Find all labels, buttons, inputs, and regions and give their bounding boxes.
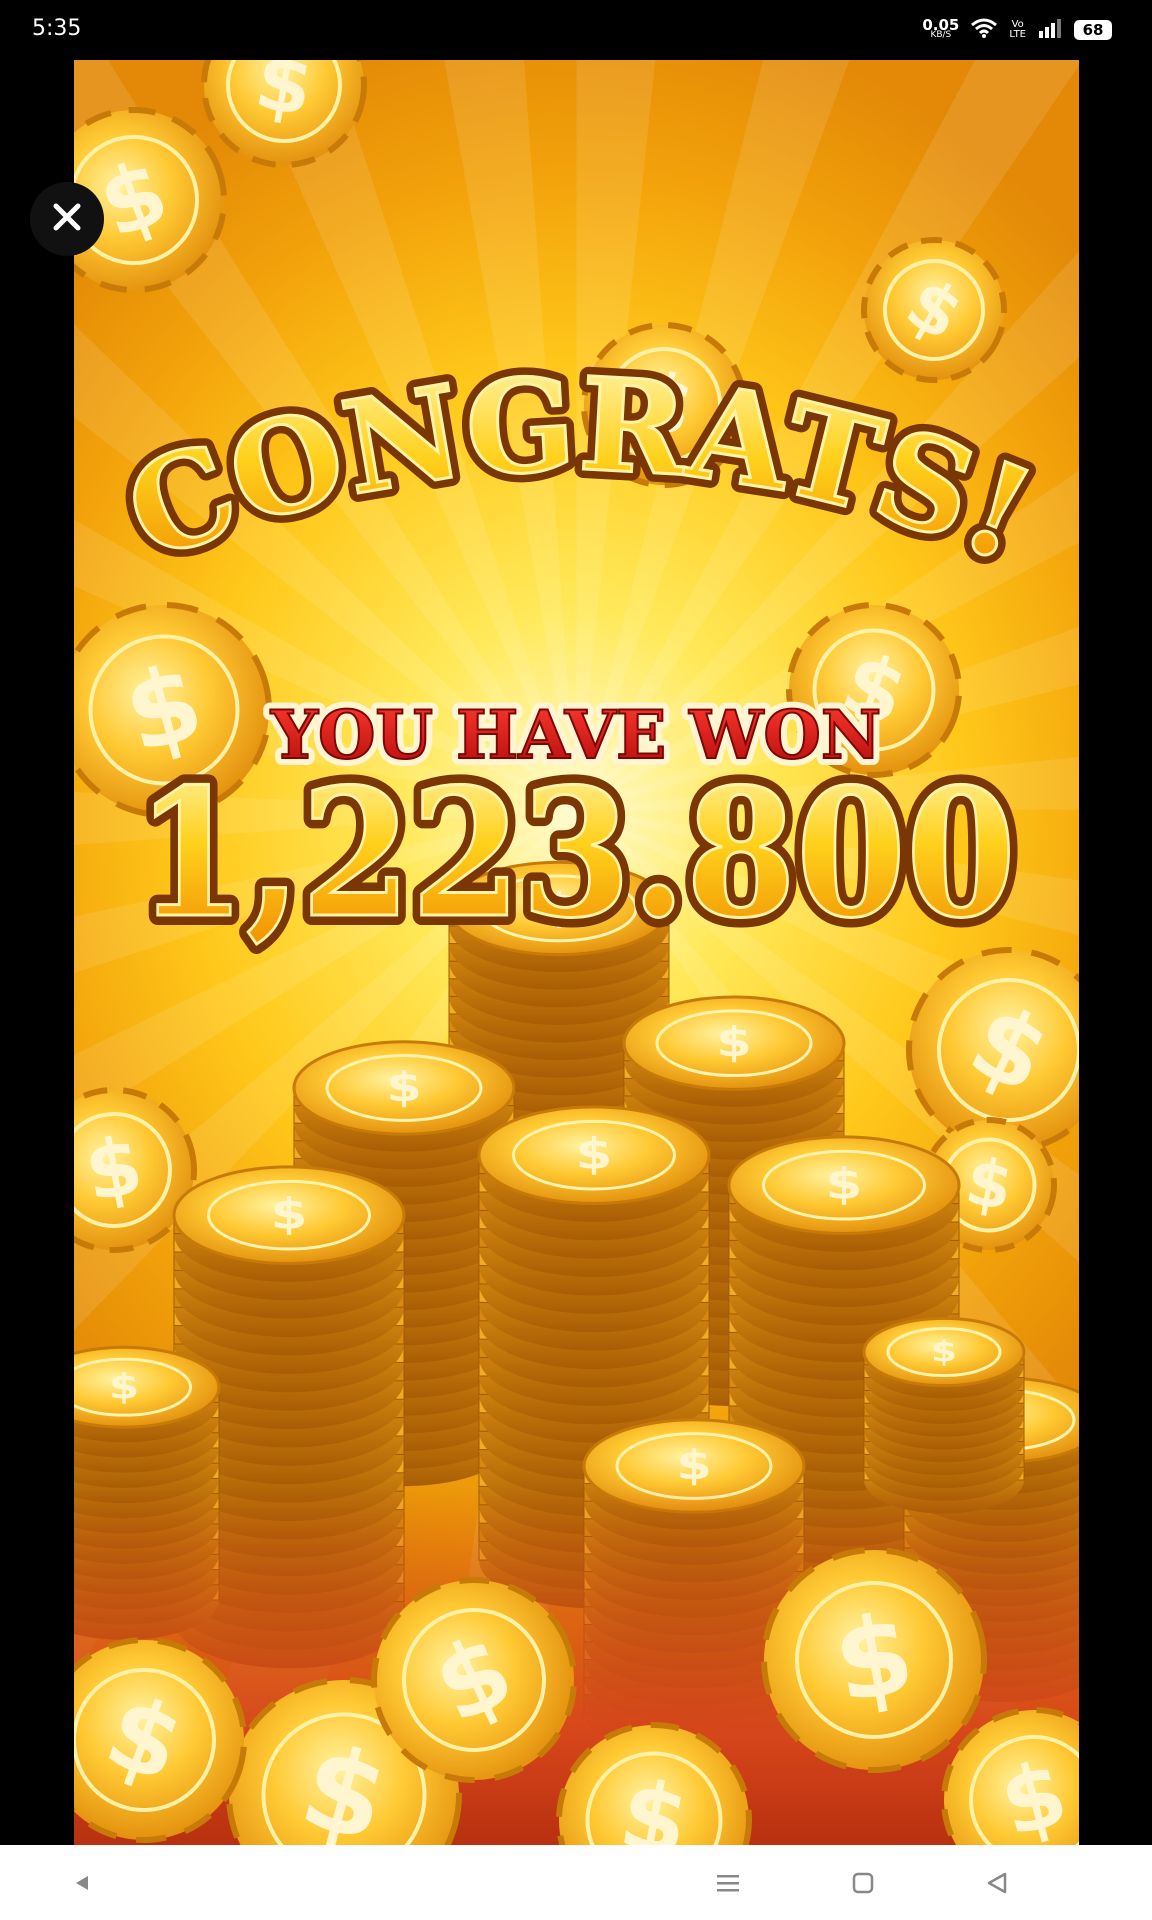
back-small-button[interactable] <box>62 1863 102 1903</box>
status-bar: 5:35 0.05 KB/S Vo LTE 68 <box>0 0 1152 60</box>
win-popup: $$$$$$$$$$$$$$$$$$$ $$$$$$ CONGRATS! <box>74 60 1079 1845</box>
signal-icon <box>1038 18 1062 42</box>
net-speed-unit: KB/S <box>930 30 952 40</box>
home-button[interactable] <box>843 1863 883 1903</box>
status-icons: 0.05 KB/S Vo LTE 68 <box>922 14 1112 46</box>
wifi-icon <box>971 17 998 43</box>
win-message: CONGRATS! CONGRATS! YOU HAVE WON YOU HAV… <box>74 60 1079 1845</box>
net-speed: 0.05 KB/S <box>922 16 960 41</box>
menu-button[interactable] <box>708 1863 748 1903</box>
close-icon <box>51 201 83 237</box>
volte-bottom: LTE <box>1009 29 1026 40</box>
navigation-bar <box>0 1845 1152 1920</box>
menu-icon <box>717 1875 739 1892</box>
back-button[interactable] <box>977 1863 1017 1903</box>
net-speed-value: 0.05 <box>922 16 960 34</box>
win-amount: 1,223.800 <box>136 750 1016 957</box>
volte-icon: Vo LTE <box>1009 20 1026 40</box>
congrats-headline: CONGRATS! <box>107 350 1051 592</box>
home-square-icon <box>852 1872 874 1894</box>
battery-icon: 68 <box>1074 20 1112 40</box>
back-triangle-icon <box>987 1872 1007 1894</box>
close-button[interactable] <box>30 182 104 256</box>
back-small-icon <box>76 1876 88 1890</box>
status-time: 5:35 <box>32 16 82 41</box>
